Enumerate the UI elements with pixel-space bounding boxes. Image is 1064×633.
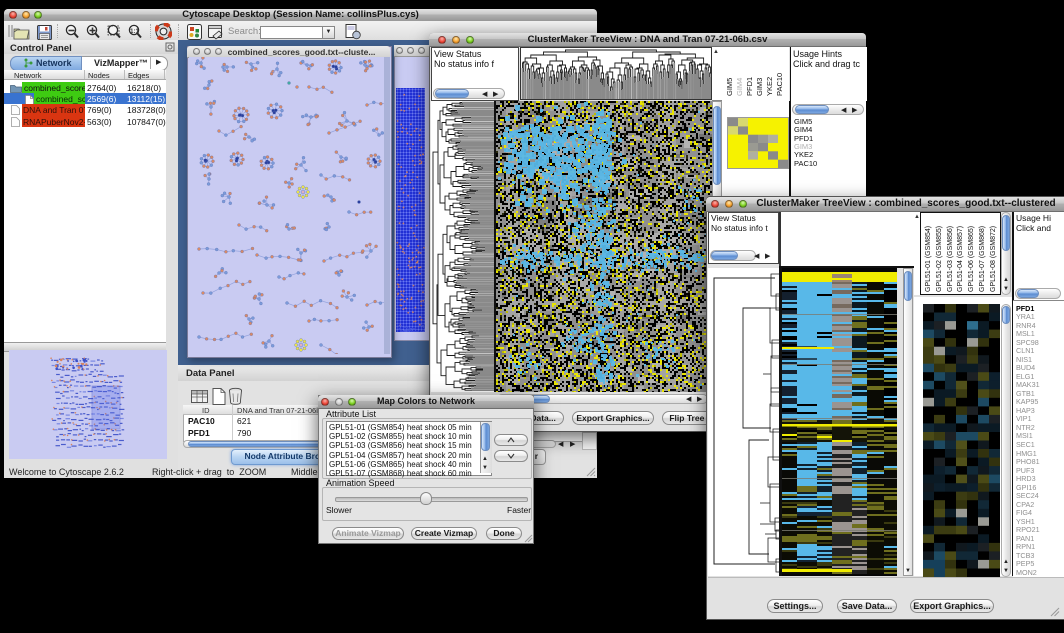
svg-text:1:1: 1:1 <box>130 29 139 35</box>
